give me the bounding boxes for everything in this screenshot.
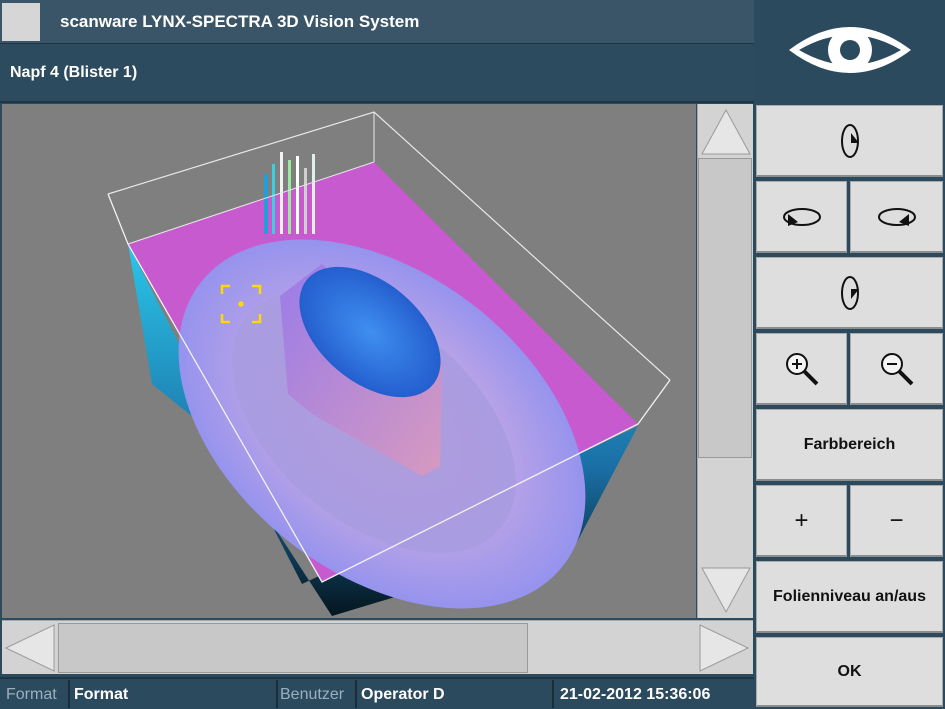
zoom-out-icon (880, 352, 913, 385)
rotate-vertical-up-icon (840, 123, 859, 158)
window-menu-button[interactable] (2, 3, 40, 41)
foil-level-label: Folienniveau an/aus (773, 587, 926, 605)
view-title: Napf 4 (Blister 1) (10, 64, 138, 81)
ok-button[interactable]: OK (756, 637, 943, 707)
eye-icon (789, 27, 911, 73)
user-label: Benutzer (280, 686, 345, 703)
plus-button[interactable]: + (756, 485, 847, 557)
minus-button[interactable]: − (850, 485, 943, 557)
vertical-scroll-thumb[interactable] (698, 158, 752, 458)
ok-label: OK (837, 662, 862, 680)
format-label: Format (6, 686, 57, 703)
status-divider (552, 680, 554, 708)
color-range-label: Farbbereich (803, 435, 896, 453)
rotate-down-button[interactable] (756, 257, 943, 329)
scroll-left-arrow-icon[interactable] (4, 623, 56, 673)
control-sidebar: Farbbereich + − Folienniveau an/aus OK (755, 0, 945, 709)
zoom-in-button[interactable] (756, 333, 847, 405)
status-bar: Format Format Benutzer Operator D 21-02-… (0, 677, 754, 709)
color-range-button[interactable]: Farbbereich (756, 409, 943, 481)
minus-label: − (889, 506, 904, 534)
zoom-in-icon (785, 352, 818, 385)
plus-label: + (794, 506, 809, 534)
status-divider (355, 680, 357, 708)
logo-area (755, 0, 945, 101)
title-bar: scanware LYNX-SPECTRA 3D Vision System (0, 0, 754, 44)
rotate-right-button[interactable] (850, 181, 943, 253)
scroll-up-arrow-icon[interactable] (700, 106, 752, 156)
status-divider (68, 680, 70, 708)
3d-viewport[interactable] (2, 104, 696, 618)
rotate-horizontal-left-icon (782, 207, 821, 226)
vertical-scrollbar[interactable] (697, 104, 753, 618)
3d-surface-render (107, 111, 671, 616)
rotate-vertical-down-icon (840, 275, 859, 310)
rotate-up-button[interactable] (756, 105, 943, 177)
foil-level-toggle-button[interactable]: Folienniveau an/aus (756, 561, 943, 633)
status-divider (276, 680, 278, 708)
horizontal-scrollbar[interactable] (2, 620, 753, 674)
rotate-horizontal-right-icon (877, 207, 916, 226)
view-header: Napf 4 (Blister 1) (0, 45, 754, 103)
user-value: Operator D (361, 686, 445, 703)
app-title: scanware LYNX-SPECTRA 3D Vision System (60, 12, 420, 31)
datetime-display: 21-02-2012 15:36:06 (560, 686, 711, 703)
zoom-out-button[interactable] (850, 333, 943, 405)
format-value: Format (74, 686, 129, 703)
rotate-left-button[interactable] (756, 181, 847, 253)
horizontal-scroll-thumb[interactable] (58, 623, 528, 673)
scroll-down-arrow-icon[interactable] (700, 566, 752, 616)
scroll-right-arrow-icon[interactable] (698, 623, 750, 673)
